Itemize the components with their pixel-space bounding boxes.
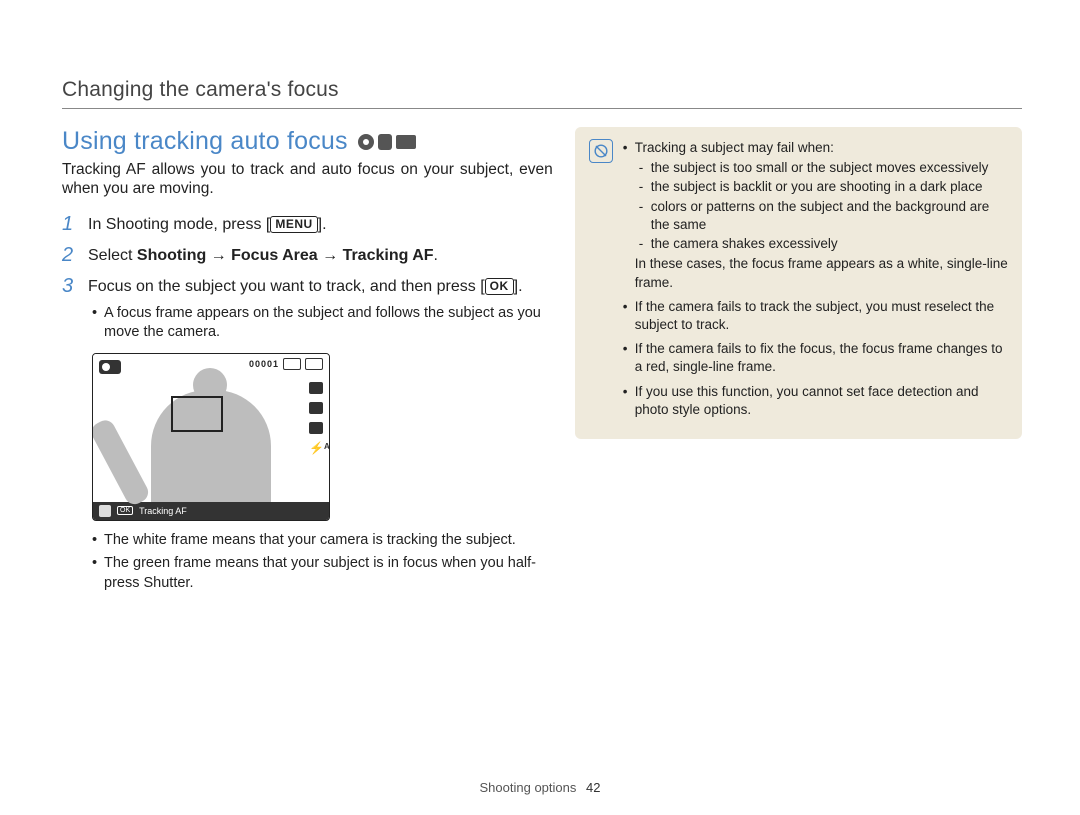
- step3-post: ].: [514, 278, 523, 295]
- mode-icons: [358, 134, 416, 150]
- step2-pre: Select: [88, 247, 137, 264]
- page-header: Changing the camera's focus: [62, 78, 1022, 102]
- sub-bullet: The green frame means that your subject …: [92, 554, 553, 593]
- section-title-text: Using tracking auto focus: [62, 127, 348, 156]
- sub-bullet: A focus frame appears on the subject and…: [92, 304, 553, 343]
- scene-mode-icon: [396, 135, 416, 149]
- step-body: In Shooting mode, press [MENU].: [88, 215, 327, 236]
- dual-is-mode-icon: [378, 134, 392, 150]
- page-number: 42: [586, 780, 600, 795]
- ok-mini: OK: [117, 506, 133, 515]
- left-column: Using tracking auto focus Tracking AF al…: [62, 127, 553, 598]
- focus-frame: [171, 396, 223, 432]
- note-subitem: the subject is backlit or you are shooti…: [639, 178, 1008, 196]
- section-title: Using tracking auto focus: [62, 127, 553, 156]
- step2-bold: Shooting → Focus Area → Tracking AF: [137, 247, 434, 264]
- program-mode-icon: [358, 134, 374, 150]
- camera-bottom-bar: OK Tracking AF: [93, 502, 329, 520]
- note-icon: [589, 139, 613, 163]
- step-body: Focus on the subject you want to track, …: [88, 277, 523, 298]
- card-icon: [283, 358, 301, 370]
- focus-icon: [309, 422, 323, 434]
- manual-page: Changing the camera's focus Using tracki…: [0, 0, 1080, 815]
- step-body: Select Shooting → Focus Area → Tracking …: [88, 246, 438, 267]
- frame-counter: 00001: [249, 359, 279, 369]
- note-subitem: colors or patterns on the subject and th…: [639, 198, 1008, 234]
- footer-section: Shooting options: [480, 780, 577, 795]
- step-number: 3: [62, 275, 78, 298]
- note-item: If you use this function, you cannot set…: [623, 383, 1008, 419]
- sub-bullets-2: The white frame means that your camera i…: [62, 531, 553, 594]
- right-side-indicators: ⚡ᴬ: [309, 382, 323, 456]
- flash-icon: ⚡ᴬ: [309, 442, 323, 456]
- step2-post: .: [434, 247, 438, 264]
- step1-post: ].: [318, 216, 327, 233]
- step-number: 1: [62, 213, 78, 236]
- note-subitem: the camera shakes excessively: [639, 235, 1008, 253]
- camera-illustration: 00001 ⚡ᴬ OK: [92, 353, 330, 521]
- mode-indicator-icon: [99, 360, 121, 374]
- step1-pre: In Shooting mode, press [: [88, 216, 270, 233]
- sub-bullet: The white frame means that your camera i…: [92, 531, 553, 551]
- right-column: Tracking a subject may fail when: the su…: [575, 127, 1022, 598]
- step-number: 2: [62, 244, 78, 267]
- step-2: 2 Select Shooting → Focus Area → Trackin…: [62, 246, 553, 267]
- content-columns: Using tracking auto focus Tracking AF al…: [62, 127, 1022, 598]
- top-right-indicators: 00001: [249, 358, 323, 370]
- dis-icon: [99, 505, 111, 517]
- note-item: If the camera fails to fix the focus, th…: [623, 340, 1008, 376]
- metering-icon: [309, 402, 323, 414]
- step-1: 1 In Shooting mode, press [MENU].: [62, 215, 553, 236]
- note-item: Tracking a subject may fail when: the su…: [623, 139, 1008, 292]
- note-box: Tracking a subject may fail when: the su…: [575, 127, 1022, 439]
- note-subitem: the subject is too small or the subject …: [639, 159, 1008, 177]
- subject-arm: [92, 417, 152, 508]
- menu-button-label: MENU: [270, 216, 317, 234]
- quality-icon: [309, 382, 323, 394]
- page-footer: Shooting options 42: [0, 780, 1080, 795]
- note-item: If the camera fails to track the subject…: [623, 298, 1008, 334]
- intro-text: Tracking AF allows you to track and auto…: [62, 160, 553, 199]
- header-rule: [62, 108, 1022, 109]
- camera-screen: 00001 ⚡ᴬ: [93, 354, 329, 502]
- sub-bullets: A focus frame appears on the subject and…: [62, 304, 553, 343]
- step3-pre: Focus on the subject you want to track, …: [88, 278, 485, 295]
- ok-button-label: OK: [485, 278, 514, 296]
- battery-icon: [305, 358, 323, 370]
- step-3: 3 Focus on the subject you want to track…: [62, 277, 553, 298]
- bottom-label: Tracking AF: [139, 506, 187, 516]
- note-body: Tracking a subject may fail when: the su…: [623, 139, 1008, 425]
